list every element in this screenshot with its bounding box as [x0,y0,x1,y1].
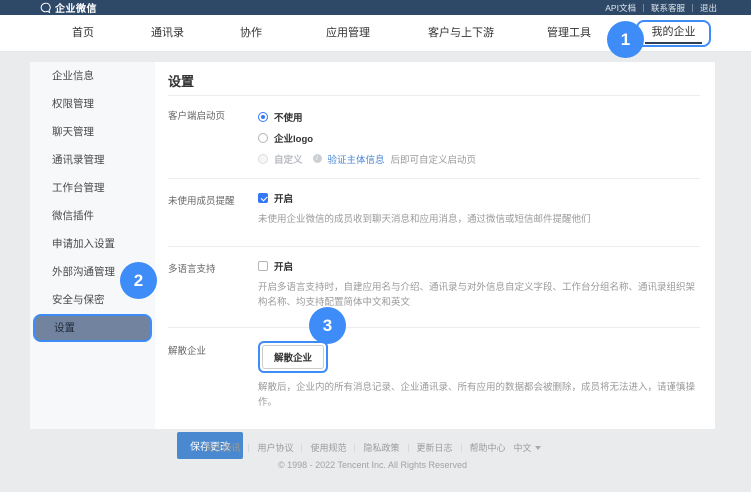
sidebar-item-workbench-management[interactable]: 工作台管理 [30,174,155,202]
multilang-enable-toggle[interactable]: 开启 [258,259,700,273]
content-card: 企业信息 权限管理 聊天管理 通讯录管理 工作台管理 微信插件 申请加入设置 外… [30,62,715,429]
annotation-step-2-badge: 2 [120,262,157,299]
separator [408,444,409,452]
contact-support-link[interactable]: 联系客服 [651,2,685,14]
radio-label[interactable]: 不使用 [274,110,303,124]
info-icon [313,154,322,163]
checkbox-checked-icon[interactable] [258,193,268,203]
sidebar-item-settings[interactable]: 设置 [33,314,152,342]
nav-contacts[interactable]: 通讯录 [151,15,184,51]
radio-label: 自定义 [274,152,303,166]
active-tab-underline [645,42,702,44]
nav-app-management[interactable]: 应用管理 [326,15,370,51]
separator [301,444,302,452]
radio-label[interactable]: 企业logo [274,131,313,145]
section-label: 未使用成员提醒 [168,191,258,227]
separator [248,444,249,452]
settings-sidebar: 企业信息 权限管理 聊天管理 通讯录管理 工作台管理 微信插件 申请加入设置 外… [30,62,155,429]
separator [643,4,644,12]
annotation-step-3-badge: 3 [309,307,346,344]
language-label: 中文 [514,441,532,454]
section-description: 解散后，企业内的所有消息记录、企业通讯录、所有应用的数据都会被删除，成员将无法进… [258,380,700,410]
radio-selected-icon[interactable] [258,112,268,122]
separator [692,4,693,12]
changelog-link[interactable]: 更新日志 [417,441,453,454]
checkbox-unchecked-icon[interactable] [258,261,268,271]
radio-option-company-logo[interactable]: 企业logo [258,127,700,148]
page-title: 设置 [168,62,715,95]
sidebar-item-chat-management[interactable]: 聊天管理 [30,118,155,146]
section-label: 解散企业 [168,341,258,410]
topbar: 企业微信 API文档 联系客服 退出 [0,0,751,15]
section-unused-member-reminder: 未使用成员提醒 开启 未使用企业微信的成员收到聊天消息和应用消息，通过微信或短信… [168,179,715,246]
logout-link[interactable]: 退出 [700,2,717,14]
app-title: 企业微信 [55,0,97,15]
section-description: 未使用企业微信的成员收到聊天消息和应用消息，通过微信或短信邮件提醒他们 [258,212,700,227]
sidebar-item-join-settings[interactable]: 申请加入设置 [30,230,155,258]
caret-down-icon [535,446,541,450]
nav-management-tools[interactable]: 管理工具 [547,15,591,51]
section-multilanguage-support: 多语言支持 开启 开启多语言支持时，自建应用名与介绍、通讯录与对外信息自定义字段… [168,247,715,327]
topbar-links: API文档 联系客服 退出 [605,2,717,14]
separator [461,444,462,452]
brand[interactable]: 企业微信 [40,0,97,15]
chat-bubble-logo-icon [40,2,51,13]
radio-disabled-icon [258,154,268,164]
nav-collaboration[interactable]: 协作 [240,15,262,51]
user-agreement-link[interactable]: 用户协议 [257,441,293,454]
sidebar-item-company-info[interactable]: 企业信息 [30,62,155,90]
radio-unselected-icon[interactable] [258,133,268,143]
radio-option-not-use[interactable]: 不使用 [258,106,700,127]
section-client-launch-page: 客户端启动页 不使用 企业logo 自定义 验证主体信息 [168,96,715,178]
reminder-enable-toggle[interactable]: 开启 [258,191,700,205]
about-tencent-link[interactable]: 关于腾讯 [204,441,240,454]
nav-my-company-label: 我的企业 [638,22,709,42]
sidebar-item-permissions[interactable]: 权限管理 [30,90,155,118]
section-description: 开启多语言支持时，自建应用名与介绍、通讯录与对外信息自定义字段、工作台分组名称、… [258,280,700,310]
privacy-policy-link[interactable]: 隐私政策 [363,441,399,454]
nav-customers-upstream-downstream[interactable]: 客户与上下游 [428,15,494,51]
section-dissolve-company: 解散企业 解散企业 解散后，企业内的所有消息记录、企业通讯录、所有应用的数据都会… [168,328,715,418]
sidebar-item-wechat-plugin[interactable]: 微信插件 [30,202,155,230]
enterprise-wechat-admin-page: 企业微信 API文档 联系客服 退出 首页 通讯录 协作 应用管理 客户与上下游… [0,0,751,492]
language-selector[interactable]: 中文 [514,441,541,454]
nav-my-company[interactable]: 我的企业 [636,20,711,47]
dissolve-company-button[interactable]: 解散企业 [262,345,324,369]
section-label: 客户端启动页 [168,106,258,169]
note-suffix: 后即可自定义启动页 [391,152,477,166]
usage-rules-link[interactable]: 使用规范 [310,441,346,454]
verify-identity-link[interactable]: 验证主体信息 [328,152,385,166]
section-label: 多语言支持 [168,259,258,310]
settings-panel: 设置 客户端启动页 不使用 企业logo 自定义 [155,62,715,429]
sidebar-item-contacts-management[interactable]: 通讯录管理 [30,146,155,174]
annotation-step-1-badge: 1 [607,21,644,58]
nav-home[interactable]: 首页 [72,15,94,51]
help-center-link[interactable]: 帮助中心 [470,441,506,454]
api-docs-link[interactable]: API文档 [605,2,636,14]
radio-option-custom: 自定义 验证主体信息 后即可自定义启动页 [258,148,700,169]
annotation-box-dissolve-button: 解散企业 [258,341,328,373]
checkbox-label[interactable]: 开启 [274,259,293,273]
copyright-text: © 1998 - 2022 Tencent Inc. All Rights Re… [30,460,715,470]
footer-links: 关于腾讯 用户协议 使用规范 隐私政策 更新日志 帮助中心 中文 [30,441,715,454]
checkbox-label[interactable]: 开启 [274,191,293,205]
page-footer: 关于腾讯 用户协议 使用规范 隐私政策 更新日志 帮助中心 中文 © 1998 … [30,441,715,470]
separator [354,444,355,452]
